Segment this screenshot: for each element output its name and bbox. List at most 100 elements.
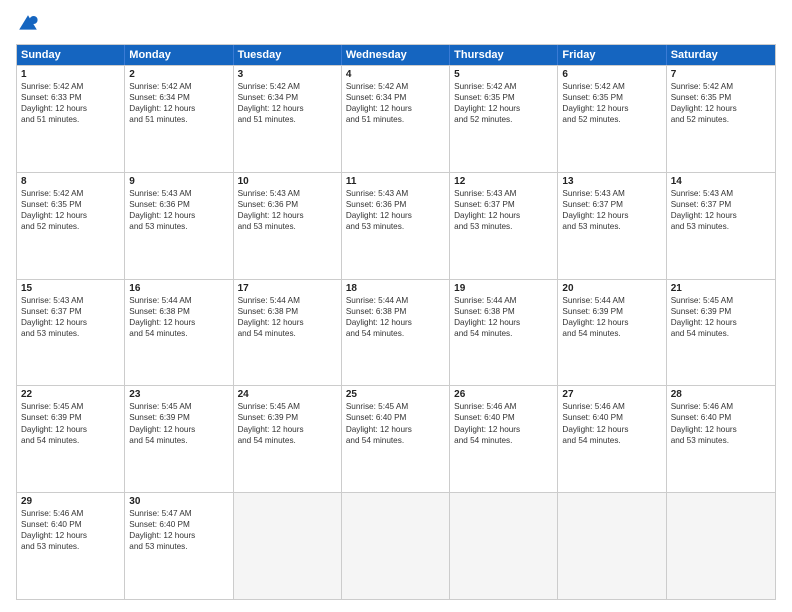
day-info: Sunrise: 5:43 AM Sunset: 6:36 PM Dayligh… [129,188,228,232]
day-info: Sunrise: 5:42 AM Sunset: 6:35 PM Dayligh… [562,81,661,125]
day-info: Sunrise: 5:46 AM Sunset: 6:40 PM Dayligh… [454,401,553,445]
calendar-day-1: 1Sunrise: 5:42 AM Sunset: 6:33 PM Daylig… [17,66,125,172]
calendar: SundayMondayTuesdayWednesdayThursdayFrid… [16,44,776,600]
day-info: Sunrise: 5:43 AM Sunset: 6:37 PM Dayligh… [671,188,771,232]
calendar-body: 1Sunrise: 5:42 AM Sunset: 6:33 PM Daylig… [17,65,775,599]
calendar-week-5: 29Sunrise: 5:46 AM Sunset: 6:40 PM Dayli… [17,492,775,599]
calendar-week-3: 15Sunrise: 5:43 AM Sunset: 6:37 PM Dayli… [17,279,775,386]
day-info: Sunrise: 5:45 AM Sunset: 6:40 PM Dayligh… [346,401,445,445]
day-number: 20 [562,283,661,294]
calendar-day-30: 30Sunrise: 5:47 AM Sunset: 6:40 PM Dayli… [125,493,233,599]
day-info: Sunrise: 5:45 AM Sunset: 6:39 PM Dayligh… [129,401,228,445]
day-info: Sunrise: 5:44 AM Sunset: 6:38 PM Dayligh… [346,295,445,339]
day-number: 16 [129,283,228,294]
logo-icon [16,12,40,36]
day-number: 24 [238,389,337,400]
day-info: Sunrise: 5:45 AM Sunset: 6:39 PM Dayligh… [21,401,120,445]
day-number: 1 [21,69,120,80]
calendar-day-22: 22Sunrise: 5:45 AM Sunset: 6:39 PM Dayli… [17,386,125,492]
calendar-day-15: 15Sunrise: 5:43 AM Sunset: 6:37 PM Dayli… [17,280,125,386]
day-number: 9 [129,176,228,187]
day-number: 25 [346,389,445,400]
day-info: Sunrise: 5:46 AM Sunset: 6:40 PM Dayligh… [562,401,661,445]
calendar-week-1: 1Sunrise: 5:42 AM Sunset: 6:33 PM Daylig… [17,65,775,172]
day-number: 23 [129,389,228,400]
calendar-empty-cell [342,493,450,599]
calendar-day-29: 29Sunrise: 5:46 AM Sunset: 6:40 PM Dayli… [17,493,125,599]
calendar-week-2: 8Sunrise: 5:42 AM Sunset: 6:35 PM Daylig… [17,172,775,279]
day-number: 14 [671,176,771,187]
day-number: 29 [21,496,120,507]
header-day-saturday: Saturday [667,45,775,65]
day-info: Sunrise: 5:44 AM Sunset: 6:38 PM Dayligh… [454,295,553,339]
calendar-empty-cell [450,493,558,599]
header-day-monday: Monday [125,45,233,65]
calendar-day-19: 19Sunrise: 5:44 AM Sunset: 6:38 PM Dayli… [450,280,558,386]
calendar-day-25: 25Sunrise: 5:45 AM Sunset: 6:40 PM Dayli… [342,386,450,492]
calendar-day-24: 24Sunrise: 5:45 AM Sunset: 6:39 PM Dayli… [234,386,342,492]
calendar-day-11: 11Sunrise: 5:43 AM Sunset: 6:36 PM Dayli… [342,173,450,279]
calendar-day-17: 17Sunrise: 5:44 AM Sunset: 6:38 PM Dayli… [234,280,342,386]
calendar-day-10: 10Sunrise: 5:43 AM Sunset: 6:36 PM Dayli… [234,173,342,279]
calendar-week-4: 22Sunrise: 5:45 AM Sunset: 6:39 PM Dayli… [17,385,775,492]
day-number: 30 [129,496,228,507]
day-number: 4 [346,69,445,80]
day-info: Sunrise: 5:43 AM Sunset: 6:36 PM Dayligh… [238,188,337,232]
calendar-day-12: 12Sunrise: 5:43 AM Sunset: 6:37 PM Dayli… [450,173,558,279]
calendar-day-21: 21Sunrise: 5:45 AM Sunset: 6:39 PM Dayli… [667,280,775,386]
calendar-day-20: 20Sunrise: 5:44 AM Sunset: 6:39 PM Dayli… [558,280,666,386]
day-info: Sunrise: 5:45 AM Sunset: 6:39 PM Dayligh… [671,295,771,339]
day-number: 10 [238,176,337,187]
calendar-day-16: 16Sunrise: 5:44 AM Sunset: 6:38 PM Dayli… [125,280,233,386]
day-info: Sunrise: 5:42 AM Sunset: 6:34 PM Dayligh… [129,81,228,125]
day-info: Sunrise: 5:42 AM Sunset: 6:35 PM Dayligh… [671,81,771,125]
day-number: 18 [346,283,445,294]
calendar-day-6: 6Sunrise: 5:42 AM Sunset: 6:35 PM Daylig… [558,66,666,172]
day-info: Sunrise: 5:43 AM Sunset: 6:37 PM Dayligh… [562,188,661,232]
day-info: Sunrise: 5:46 AM Sunset: 6:40 PM Dayligh… [671,401,771,445]
day-number: 7 [671,69,771,80]
calendar-empty-cell [558,493,666,599]
calendar-day-27: 27Sunrise: 5:46 AM Sunset: 6:40 PM Dayli… [558,386,666,492]
calendar-day-8: 8Sunrise: 5:42 AM Sunset: 6:35 PM Daylig… [17,173,125,279]
calendar-header-row: SundayMondayTuesdayWednesdayThursdayFrid… [17,45,775,65]
day-number: 19 [454,283,553,294]
day-info: Sunrise: 5:43 AM Sunset: 6:37 PM Dayligh… [21,295,120,339]
header-day-wednesday: Wednesday [342,45,450,65]
day-number: 21 [671,283,771,294]
calendar-day-14: 14Sunrise: 5:43 AM Sunset: 6:37 PM Dayli… [667,173,775,279]
day-info: Sunrise: 5:44 AM Sunset: 6:38 PM Dayligh… [129,295,228,339]
day-info: Sunrise: 5:42 AM Sunset: 6:34 PM Dayligh… [346,81,445,125]
calendar-day-18: 18Sunrise: 5:44 AM Sunset: 6:38 PM Dayli… [342,280,450,386]
header-day-friday: Friday [558,45,666,65]
logo [16,12,44,36]
day-number: 6 [562,69,661,80]
day-number: 28 [671,389,771,400]
day-number: 8 [21,176,120,187]
calendar-day-3: 3Sunrise: 5:42 AM Sunset: 6:34 PM Daylig… [234,66,342,172]
day-info: Sunrise: 5:44 AM Sunset: 6:38 PM Dayligh… [238,295,337,339]
day-number: 22 [21,389,120,400]
day-info: Sunrise: 5:42 AM Sunset: 6:35 PM Dayligh… [454,81,553,125]
page-header [16,12,776,36]
day-number: 12 [454,176,553,187]
day-number: 27 [562,389,661,400]
day-number: 2 [129,69,228,80]
day-info: Sunrise: 5:46 AM Sunset: 6:40 PM Dayligh… [21,508,120,552]
calendar-empty-cell [234,493,342,599]
day-info: Sunrise: 5:42 AM Sunset: 6:35 PM Dayligh… [21,188,120,232]
calendar-day-9: 9Sunrise: 5:43 AM Sunset: 6:36 PM Daylig… [125,173,233,279]
day-info: Sunrise: 5:44 AM Sunset: 6:39 PM Dayligh… [562,295,661,339]
calendar-day-7: 7Sunrise: 5:42 AM Sunset: 6:35 PM Daylig… [667,66,775,172]
calendar-empty-cell [667,493,775,599]
day-number: 11 [346,176,445,187]
day-number: 13 [562,176,661,187]
day-number: 26 [454,389,553,400]
calendar-day-23: 23Sunrise: 5:45 AM Sunset: 6:39 PM Dayli… [125,386,233,492]
day-number: 5 [454,69,553,80]
calendar-day-28: 28Sunrise: 5:46 AM Sunset: 6:40 PM Dayli… [667,386,775,492]
day-info: Sunrise: 5:43 AM Sunset: 6:36 PM Dayligh… [346,188,445,232]
calendar-day-5: 5Sunrise: 5:42 AM Sunset: 6:35 PM Daylig… [450,66,558,172]
header-day-tuesday: Tuesday [234,45,342,65]
day-number: 3 [238,69,337,80]
